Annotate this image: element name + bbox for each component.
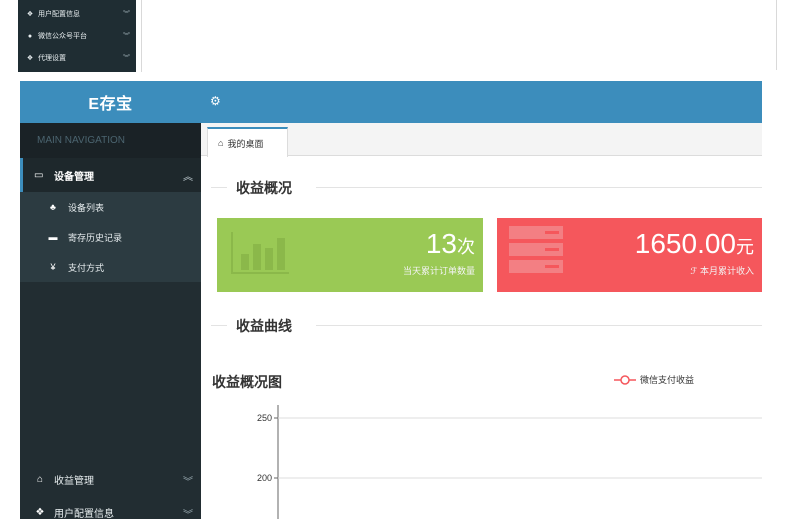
y-tick-label: 250 xyxy=(257,413,272,423)
mini-sidebar-item-label: 代理设置 xyxy=(38,55,66,62)
income-number: 1650.00 xyxy=(634,228,736,259)
orders-number: 13 xyxy=(425,228,457,259)
divider xyxy=(776,0,777,70)
stat-card-orders: 13次 当天累计订单数量 xyxy=(217,218,483,292)
monitor-icon: ▭ xyxy=(34,169,44,181)
divider xyxy=(316,187,762,188)
top-navbar: ⚙ xyxy=(201,81,762,123)
mini-sidebar: ❖ 用户配置信息 ︾ ● 微信公众号平台 ︾ ❖ 代理设置 ︾ xyxy=(18,0,136,72)
nav-header: MAIN NAVIGATION xyxy=(20,123,201,158)
divider xyxy=(211,325,227,326)
sidebar-item-label: 设备管理 xyxy=(54,171,94,183)
app-window: E存宝 MAIN NAVIGATION ▭ 设备管理 ︽ ♣ 设备列表 ▬ 寄存… xyxy=(20,81,762,519)
submenu-item-payment-method[interactable]: ¥ 支付方式 xyxy=(20,252,201,282)
legend-line-marker xyxy=(614,374,636,385)
orders-value: 13次 xyxy=(426,228,475,260)
chevron-down-icon: ︾ xyxy=(183,477,193,488)
chevron-down-icon: ︾ xyxy=(123,11,130,18)
tab-my-desktop[interactable]: ⌂ 我的桌面 xyxy=(207,127,288,157)
chart-canvas: 250 200 xyxy=(257,405,762,519)
sidebar-item-label: 收益管理 xyxy=(54,475,94,487)
sidebar-item-device-management[interactable]: ▭ 设备管理 ︽ xyxy=(20,158,201,192)
bar-chart-icon xyxy=(231,232,289,274)
home-icon: ⌂ xyxy=(218,138,224,148)
sidebar-item-label: 用户配置信息 xyxy=(54,508,114,519)
sidebar: E存宝 MAIN NAVIGATION ▭ 设备管理 ︽ ♣ 设备列表 ▬ 寄存… xyxy=(20,81,201,519)
submenu-item-device-list[interactable]: ♣ 设备列表 xyxy=(20,192,201,222)
sitemap-icon: ♣ xyxy=(50,202,56,212)
stat-card-income: 1650.00元 ℱ 本月累计收入 xyxy=(497,218,762,292)
tab-bar: ⌂ 我的桌面 xyxy=(201,123,762,157)
income-label-text: 本月累计收入 xyxy=(699,266,754,276)
chevron-up-icon: ︽ xyxy=(183,172,193,183)
gears-icon[interactable]: ⚙ xyxy=(210,94,226,110)
income-label: ℱ 本月累计收入 xyxy=(690,264,754,277)
agent-icon: ❖ xyxy=(26,55,34,62)
mini-sidebar-item-label: 用户配置信息 xyxy=(38,11,80,18)
line-chart: 250 200 xyxy=(212,385,762,519)
server-icon xyxy=(509,226,563,273)
mini-sidebar-item-label: 微信公众号平台 xyxy=(38,33,87,40)
sidebar-item-user-config[interactable]: ❖ 用户配置信息 ︾ xyxy=(20,499,201,519)
y-tick-label: 200 xyxy=(257,473,272,483)
submenu-item-label: 设备列表 xyxy=(68,202,105,213)
tab-label: 我的桌面 xyxy=(227,138,264,149)
sidebar-item-income-management[interactable]: ⌂ 收益管理 ︾ xyxy=(20,466,201,492)
section-title-overview: 收益概况 xyxy=(211,177,762,197)
orders-unit: 次 xyxy=(457,237,475,257)
mini-sidebar-item-wechat[interactable]: ● 微信公众号平台 ︾ xyxy=(18,26,136,46)
wechat-icon: ● xyxy=(27,32,33,40)
users-icon: ❖ xyxy=(26,11,34,18)
divider xyxy=(141,0,142,72)
submenu-item-storage-history[interactable]: ▬ 寄存历史记录 xyxy=(20,222,201,252)
chevron-down-icon: ︾ xyxy=(123,55,130,62)
income-unit: 元 xyxy=(736,237,754,257)
submenu: ♣ 设备列表 ▬ 寄存历史记录 ¥ 支付方式 xyxy=(20,192,201,282)
chevron-down-icon: ︾ xyxy=(123,33,130,40)
section-title-text: 收益概况 xyxy=(236,180,292,196)
section-title-curve: 收益曲线 xyxy=(211,315,762,335)
submenu-item-label: 寄存历史记录 xyxy=(68,232,123,243)
orders-label: 当天累计订单数量 xyxy=(402,266,475,276)
brand-logo[interactable]: E存宝 xyxy=(20,81,201,123)
section-title-text: 收益曲线 xyxy=(236,318,292,334)
submenu-item-label: 支付方式 xyxy=(68,262,105,273)
mini-sidebar-item-user-config[interactable]: ❖ 用户配置信息 ︾ xyxy=(18,4,136,24)
mini-sidebar-item-agent[interactable]: ❖ 代理设置 ︾ xyxy=(18,48,136,68)
history-icon: ▬ xyxy=(48,232,58,242)
main-content: ⌂ 我的桌面 收益概况 13次 当天累计订单数量 1650.00元 ℱ 本月累计… xyxy=(201,123,762,519)
divider xyxy=(211,187,227,188)
chevron-down-icon: ︾ xyxy=(183,510,193,519)
users-icon: ❖ xyxy=(35,506,45,518)
divider xyxy=(316,325,762,326)
bank-icon: ⌂ xyxy=(36,473,44,485)
income-value: 1650.00元 xyxy=(635,228,754,260)
yen-icon: ¥ xyxy=(50,262,56,272)
rss-icon: ℱ xyxy=(690,266,698,276)
